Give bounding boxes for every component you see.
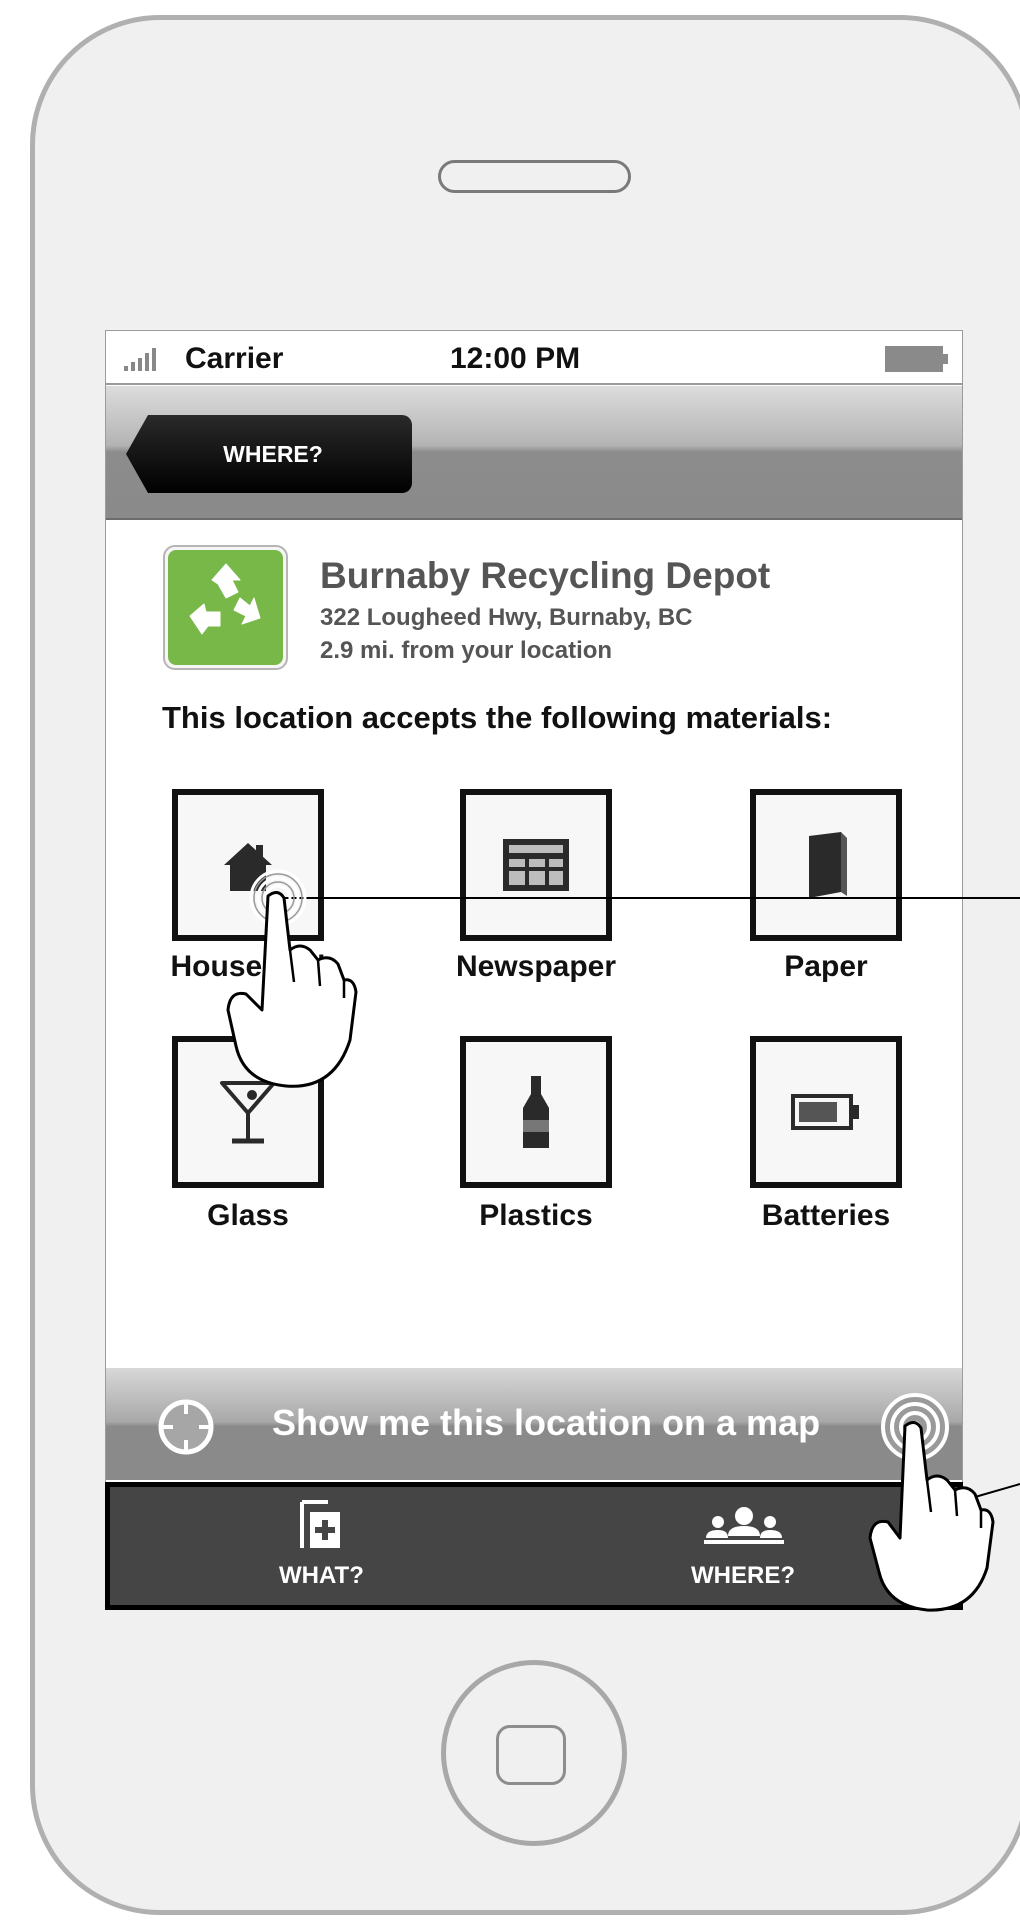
annotation-overlay (226, 869, 1020, 1612)
callout-line (974, 1483, 1020, 1498)
